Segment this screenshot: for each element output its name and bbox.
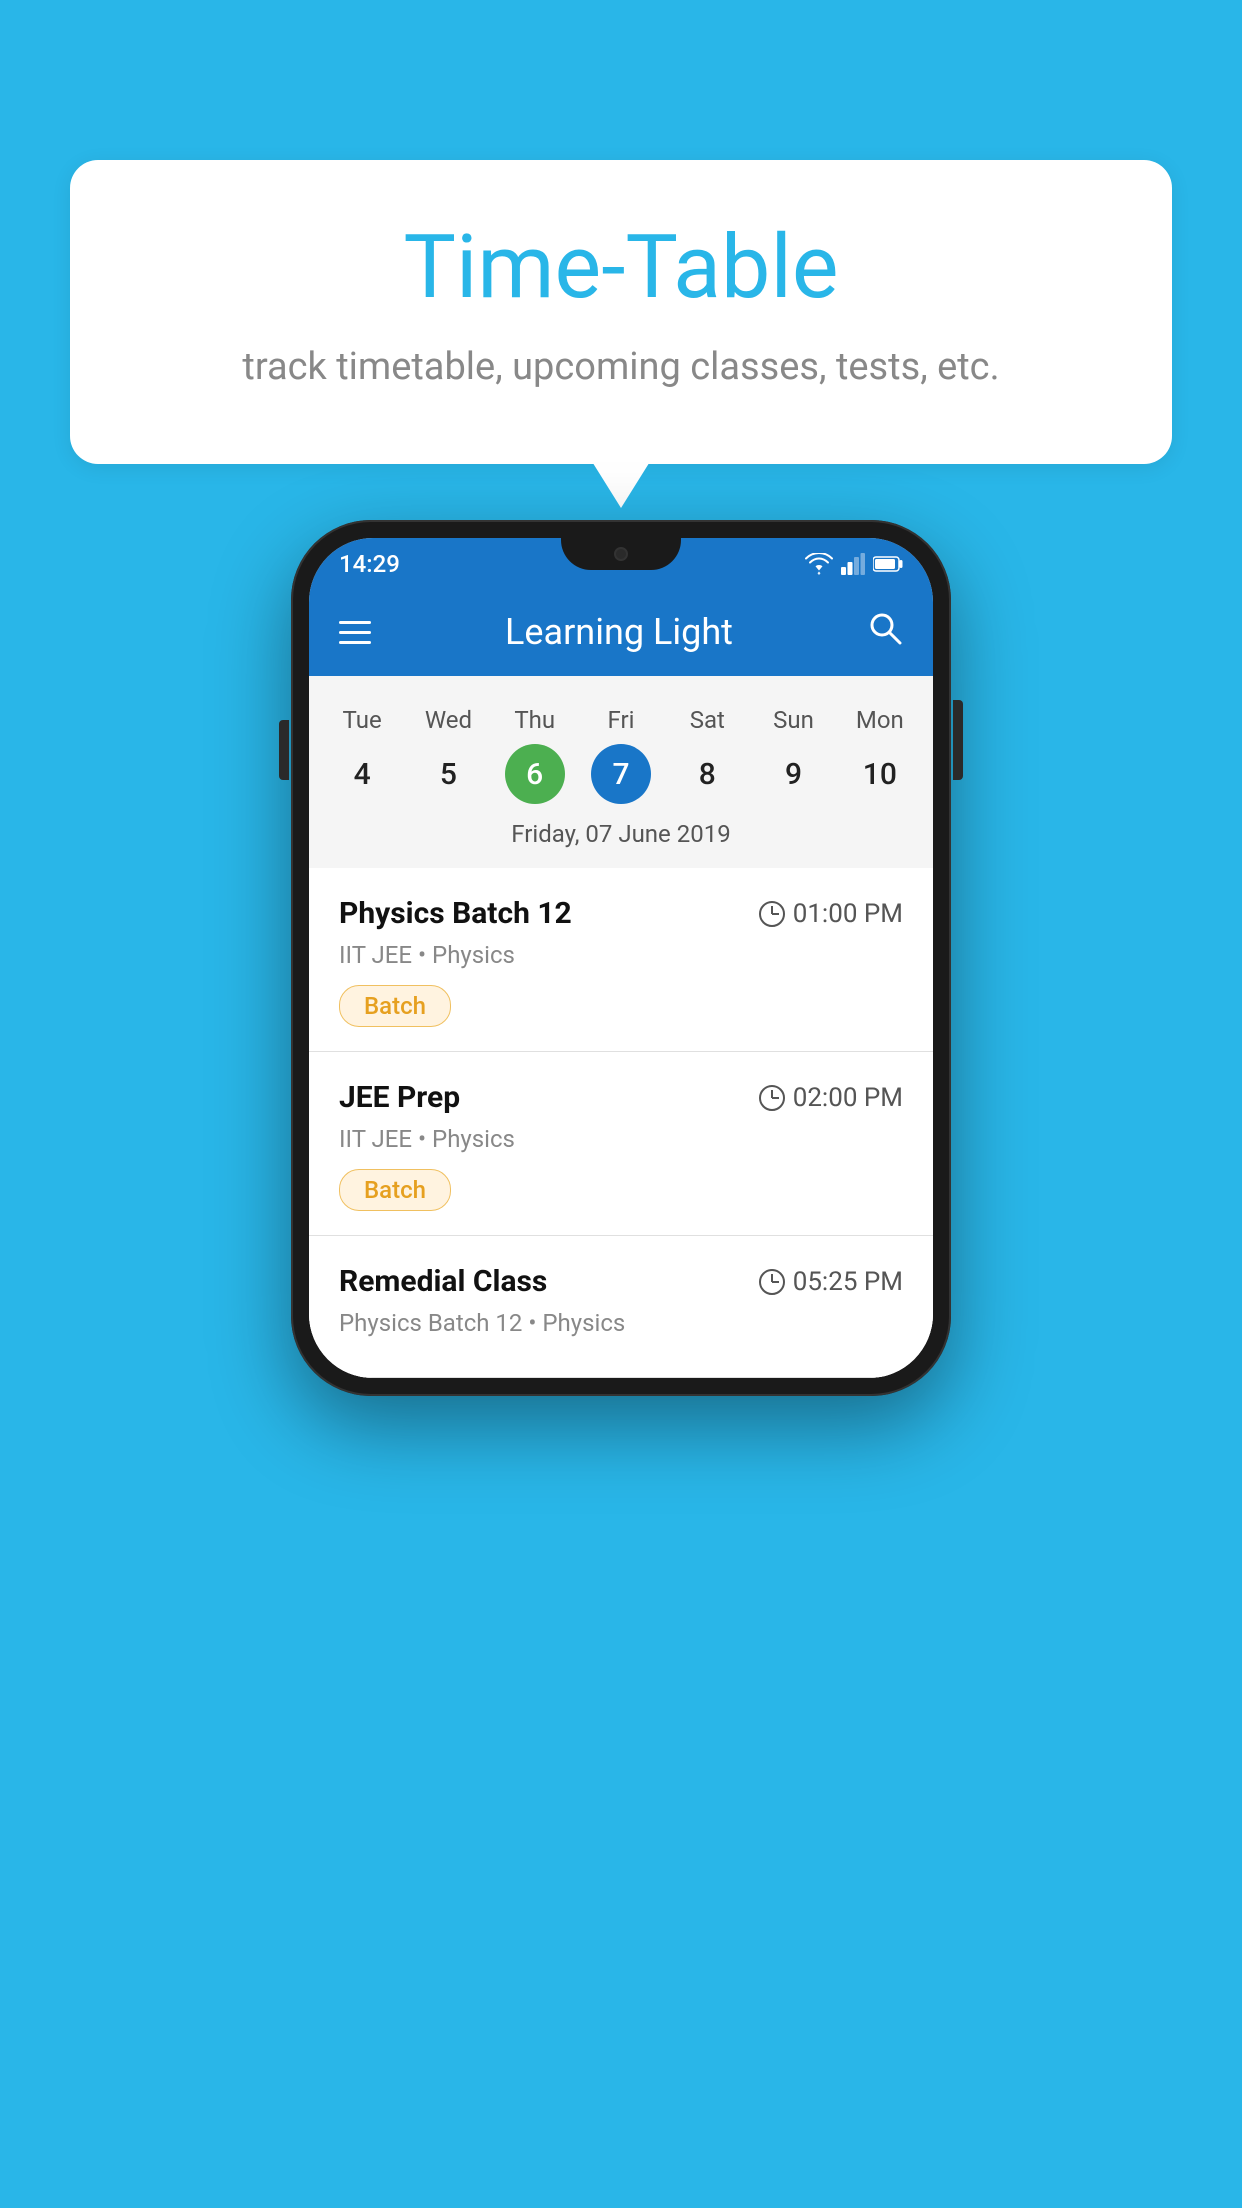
batch-badge: Batch <box>339 1169 451 1211</box>
phone-screen: 14:29 <box>309 538 933 1378</box>
days-header: Tue 4 Wed 5 Thu 6 Fri 7 Sat 8 Sun 9 Mon 10 <box>309 696 933 804</box>
schedule-item-header: Remedial Class 05:25 PM <box>339 1264 903 1299</box>
day-name: Tue <box>343 706 382 734</box>
day-number[interactable]: 6 <box>505 744 565 804</box>
schedule-item-time: 01:00 PM <box>759 899 903 929</box>
day-col-7[interactable]: Fri 7 <box>581 706 661 804</box>
schedule-item[interactable]: Physics Batch 12 01:00 PM IIT JEE • Phys… <box>309 868 933 1052</box>
schedule-subject: Physics Batch 12 • Physics <box>339 1309 903 1337</box>
day-col-5[interactable]: Wed 5 <box>408 706 488 804</box>
day-name: Fri <box>608 706 635 734</box>
day-col-8[interactable]: Sat 8 <box>667 706 747 804</box>
day-number[interactable]: 10 <box>850 744 910 804</box>
front-camera <box>614 547 628 561</box>
time-text: 05:25 PM <box>793 1267 903 1297</box>
time-text: 01:00 PM <box>793 899 903 929</box>
phone-notch <box>561 538 681 570</box>
day-number[interactable]: 8 <box>677 744 737 804</box>
search-button[interactable] <box>867 610 903 655</box>
day-name: Mon <box>856 706 904 734</box>
hamburger-menu-icon[interactable] <box>339 621 371 644</box>
clock-icon <box>759 901 785 927</box>
schedule-item-header: Physics Batch 12 01:00 PM <box>339 896 903 931</box>
schedule-item[interactable]: Remedial Class 05:25 PM Physics Batch 12… <box>309 1236 933 1378</box>
schedule-subject: IIT JEE • Physics <box>339 941 903 969</box>
schedule-item-title: Physics Batch 12 <box>339 896 572 931</box>
speech-bubble: Time-Table track timetable, upcoming cla… <box>70 160 1172 464</box>
phone-mockup: 14:29 <box>291 520 951 1396</box>
app-bar: Learning Light <box>309 588 933 676</box>
signal-icon <box>841 553 865 575</box>
calendar-section: Tue 4 Wed 5 Thu 6 Fri 7 Sat 8 Sun 9 Mon 10 Friday, 07… <box>309 676 933 868</box>
day-name: Wed <box>425 706 472 734</box>
schedule-list: Physics Batch 12 01:00 PM IIT JEE • Phys… <box>309 868 933 1378</box>
app-bar-title: Learning Light <box>401 611 837 653</box>
wifi-icon <box>805 553 833 575</box>
selected-date-label: Friday, 07 June 2019 <box>309 804 933 868</box>
schedule-item-time: 02:00 PM <box>759 1083 903 1113</box>
schedule-item-time: 05:25 PM <box>759 1267 903 1297</box>
bubble-title: Time-Table <box>150 220 1092 317</box>
battery-icon <box>873 555 903 573</box>
day-name: Sun <box>773 706 814 734</box>
schedule-subject: IIT JEE • Physics <box>339 1125 903 1153</box>
speech-bubble-section: Time-Table track timetable, upcoming cla… <box>70 160 1172 464</box>
bubble-subtitle: track timetable, upcoming classes, tests… <box>150 341 1092 394</box>
schedule-item-header: JEE Prep 02:00 PM <box>339 1080 903 1115</box>
time-text: 02:00 PM <box>793 1083 903 1113</box>
day-number[interactable]: 7 <box>591 744 651 804</box>
day-col-6[interactable]: Thu 6 <box>495 706 575 804</box>
day-number[interactable]: 9 <box>764 744 824 804</box>
day-name: Thu <box>514 706 555 734</box>
day-name: Sat <box>690 706 725 734</box>
phone-outer: 14:29 <box>291 520 951 1396</box>
status-time: 14:29 <box>339 550 400 578</box>
day-col-4[interactable]: Tue 4 <box>322 706 402 804</box>
clock-icon <box>759 1085 785 1111</box>
schedule-item-title: JEE Prep <box>339 1080 460 1115</box>
batch-badge: Batch <box>339 985 451 1027</box>
schedule-item[interactable]: JEE Prep 02:00 PM IIT JEE • Physics Batc… <box>309 1052 933 1236</box>
schedule-item-title: Remedial Class <box>339 1264 547 1299</box>
day-col-10[interactable]: Mon 10 <box>840 706 920 804</box>
clock-icon <box>759 1269 785 1295</box>
day-number[interactable]: 4 <box>332 744 392 804</box>
day-number[interactable]: 5 <box>418 744 478 804</box>
day-col-9[interactable]: Sun 9 <box>754 706 834 804</box>
status-icons <box>805 553 903 575</box>
